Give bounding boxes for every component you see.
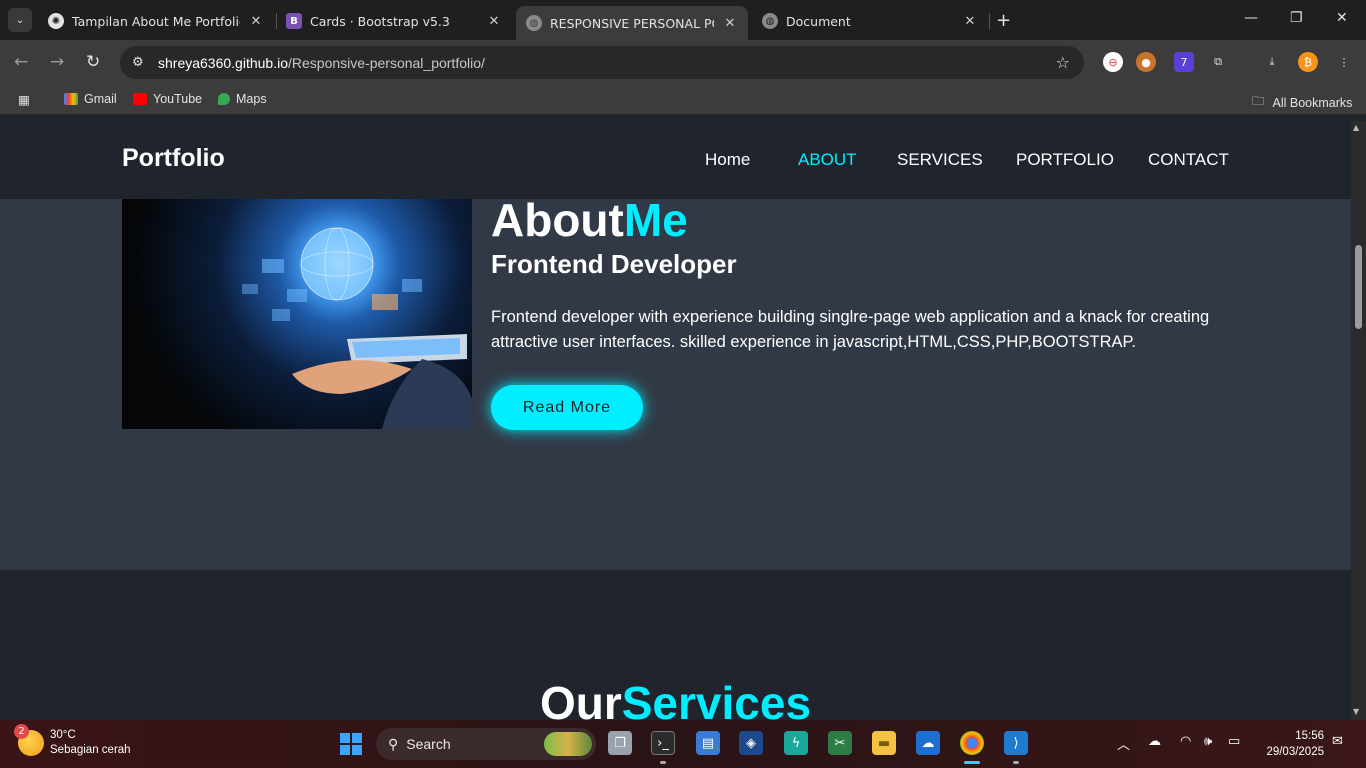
snipping-tool-icon[interactable]: ✂ bbox=[828, 731, 852, 755]
scrollbar-thumb[interactable] bbox=[1355, 245, 1362, 329]
reload-button[interactable]: ↻ bbox=[86, 52, 100, 72]
close-window-button[interactable]: ✕ bbox=[1336, 10, 1348, 26]
wifi-icon[interactable]: ◠ bbox=[1180, 734, 1191, 749]
back-button[interactable]: ← bbox=[14, 52, 28, 72]
adblock-extension-icon[interactable]: ⊖ bbox=[1103, 52, 1123, 72]
maps-pin-icon bbox=[218, 93, 230, 105]
site-logo[interactable]: Portfolio bbox=[122, 144, 225, 173]
nav-services[interactable]: SERVICES bbox=[897, 150, 983, 170]
cookie-extension-icon[interactable]: ● bbox=[1136, 52, 1156, 72]
chevron-down-icon: ⌄ bbox=[15, 14, 25, 26]
tab-search-button[interactable]: ⌄ bbox=[8, 8, 32, 32]
windows-start-button[interactable] bbox=[340, 733, 362, 755]
tab-strip: ⌄ ✺ Tampilan About Me Portfolio ✕ B Card… bbox=[0, 0, 1366, 40]
close-icon[interactable]: ✕ bbox=[486, 14, 502, 29]
nav-home[interactable]: Home bbox=[705, 150, 750, 170]
battery-icon[interactable]: ▭ bbox=[1228, 734, 1240, 749]
new-tab-button[interactable]: + bbox=[996, 10, 1011, 31]
tab-tampilan-about-me[interactable]: ✺ Tampilan About Me Portfolio ✕ bbox=[38, 6, 274, 36]
page-viewport: Portfolio Home ABOUT SERVICES PORTFOLIO … bbox=[0, 121, 1351, 720]
active-app-indicator bbox=[964, 761, 980, 764]
openai-icon: ✺ bbox=[48, 13, 64, 29]
hand-globe-illustration bbox=[242, 227, 472, 429]
tab-document[interactable]: ◍ Document ✕ bbox=[752, 6, 988, 36]
bookmark-star-icon[interactable]: ☆ bbox=[1056, 53, 1070, 72]
globe-icon: ◍ bbox=[526, 15, 542, 31]
bookmark-maps[interactable]: Maps bbox=[218, 92, 267, 106]
search-icon: ⚲ bbox=[388, 735, 399, 752]
running-indicator bbox=[1013, 761, 1019, 764]
notification-badge: 2 bbox=[14, 724, 29, 739]
show-hidden-icons-chevron[interactable]: ︿ bbox=[1117, 734, 1130, 753]
virtualbox-icon[interactable]: ◈ bbox=[739, 731, 763, 755]
youtube-icon bbox=[133, 93, 147, 105]
volume-icon[interactable]: 🕪 bbox=[1204, 734, 1212, 749]
site-settings-icon[interactable]: ⚙ bbox=[132, 55, 152, 70]
about-description: Frontend developer with experience build… bbox=[491, 308, 1210, 351]
app-bolt-icon[interactable]: ϟ bbox=[784, 731, 808, 755]
browser-toolbar: ← → ↻ ⚙ shreya6360.github.io/Responsive-… bbox=[0, 40, 1366, 85]
onedrive-error-icon[interactable]: ☁ bbox=[1148, 734, 1161, 749]
system-clock[interactable]: 15:56 29/03/2025 bbox=[1254, 728, 1324, 760]
control-panel-icon[interactable]: ▤ bbox=[696, 731, 720, 755]
bookmark-gmail[interactable]: Gmail bbox=[64, 92, 117, 106]
url-text[interactable]: shreya6360.github.io/Responsive-personal… bbox=[158, 55, 485, 71]
close-icon[interactable]: ✕ bbox=[962, 14, 978, 29]
tab-divider bbox=[989, 13, 990, 29]
bookmark-youtube[interactable]: YouTube bbox=[133, 92, 202, 106]
gmail-icon bbox=[64, 93, 78, 105]
close-icon[interactable]: ✕ bbox=[248, 14, 264, 29]
folder-icon: 🗀 bbox=[1252, 94, 1265, 108]
services-section: OurServices bbox=[0, 570, 1351, 720]
partly-sunny-icon: 2 bbox=[14, 724, 44, 756]
cloud-app-icon[interactable]: ☁ bbox=[916, 731, 940, 755]
search-highlight-image bbox=[544, 732, 592, 756]
running-indicator bbox=[660, 761, 666, 764]
weather-temperature: 30°C bbox=[50, 729, 76, 741]
weather-condition: Sebagian cerah bbox=[50, 744, 131, 756]
download-icon[interactable]: ⤓ bbox=[1262, 52, 1282, 72]
bitcoin-extension-icon[interactable]: ₿ bbox=[1298, 52, 1318, 72]
bookmarks-bar: ▦ Gmail YouTube Maps 🗀 All Bookmarks bbox=[0, 85, 1366, 115]
task-view-icon[interactable]: ❐ bbox=[608, 731, 632, 755]
tab-bootstrap-cards[interactable]: B Cards · Bootstrap v5.3 ✕ bbox=[276, 6, 512, 36]
nav-portfolio[interactable]: PORTFOLIO bbox=[1016, 150, 1114, 170]
scroll-down-arrow-icon[interactable]: ▼ bbox=[1353, 707, 1359, 716]
address-bar[interactable]: ⚙ shreya6360.github.io/Responsive-person… bbox=[120, 46, 1084, 79]
bootstrap-icon: B bbox=[286, 13, 302, 29]
extension-badge-icon[interactable]: 7 bbox=[1174, 52, 1194, 72]
notifications-icon[interactable]: ✉ bbox=[1332, 734, 1343, 749]
close-icon[interactable]: ✕ bbox=[722, 16, 738, 31]
vscode-icon[interactable]: ⟩ bbox=[1004, 731, 1028, 755]
weather-widget[interactable]: 2 30°C Sebagian cerah bbox=[14, 724, 131, 758]
minimize-button[interactable]: — bbox=[1244, 10, 1258, 26]
services-heading: OurServices bbox=[539, 677, 812, 720]
site-header: Portfolio Home ABOUT SERVICES PORTFOLIO … bbox=[0, 121, 1351, 199]
all-bookmarks-folder[interactable]: 🗀 All Bookmarks bbox=[1252, 92, 1352, 113]
chrome-icon[interactable] bbox=[960, 731, 984, 755]
terminal-icon[interactable]: ›_ bbox=[651, 731, 675, 755]
forward-button[interactable]: → bbox=[50, 52, 64, 72]
tab-responsive-portfolio[interactable]: ◍ RESPONSIVE PERSONAL PORTF ✕ bbox=[516, 6, 748, 40]
about-image bbox=[122, 199, 472, 429]
nav-contact[interactable]: CONTACT bbox=[1148, 150, 1229, 170]
nav-about[interactable]: ABOUT bbox=[798, 150, 857, 170]
scroll-up-arrow-icon[interactable]: ▲ bbox=[1353, 123, 1359, 132]
windows-taskbar: 2 30°C Sebagian cerah ⚲ Search ❐ ›_ ▤ ◈ … bbox=[0, 720, 1366, 768]
menu-kebab-icon[interactable]: ⋮ bbox=[1334, 52, 1354, 72]
globe-icon: ◍ bbox=[762, 13, 778, 29]
page-scrollbar[interactable]: ▲ ▼ bbox=[1351, 121, 1366, 720]
apps-grid-icon[interactable]: ▦ bbox=[18, 92, 30, 107]
taskbar-search[interactable]: ⚲ Search bbox=[376, 728, 596, 760]
read-more-button[interactable]: Read More bbox=[491, 385, 643, 430]
file-explorer-icon[interactable]: ▬ bbox=[872, 731, 896, 755]
restore-button[interactable]: ❐ bbox=[1290, 10, 1303, 26]
extensions-puzzle-icon[interactable]: ⧉ bbox=[1208, 52, 1228, 72]
about-heading: AboutMe bbox=[491, 194, 688, 246]
about-subheading: Frontend Developer bbox=[491, 249, 737, 279]
